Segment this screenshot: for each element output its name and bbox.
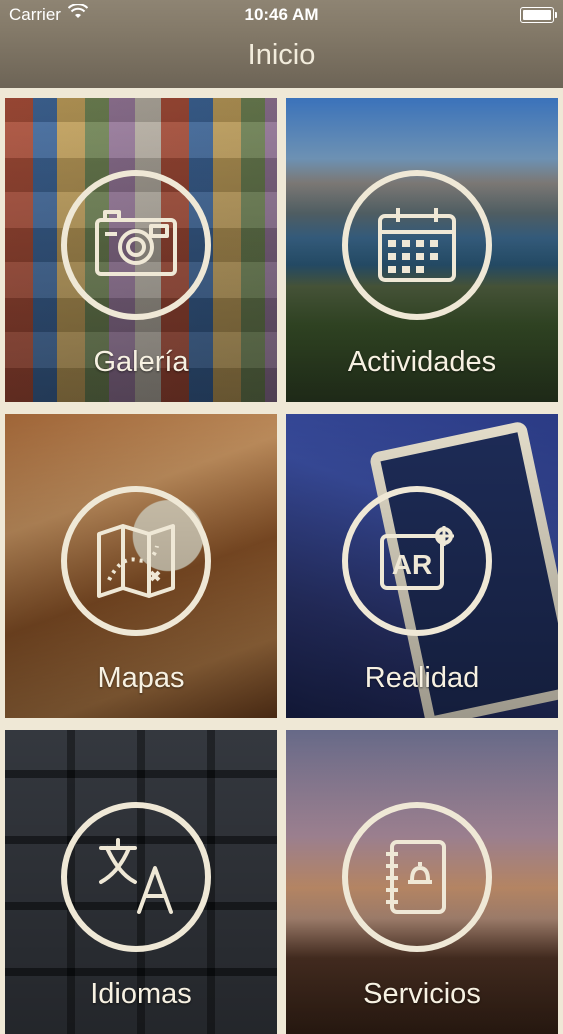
tile-idiomas[interactable]: Idiomas (5, 730, 277, 1034)
tile-mapas[interactable]: Mapas (5, 414, 277, 718)
svg-text:AR: AR (392, 549, 432, 580)
translate-icon (99, 838, 173, 914)
status-bar: Carrier 10:46 AM (0, 0, 563, 30)
camera-gallery-icon (95, 210, 177, 276)
tile-realidad[interactable]: AR Realidad (286, 414, 558, 718)
tile-label: Servicios (363, 978, 481, 1010)
ar-icon: AR (380, 526, 454, 590)
tile-galeria[interactable]: Galería (5, 98, 277, 402)
tile-actividades[interactable]: Actividades (286, 98, 558, 402)
calendar-icon (378, 208, 456, 282)
map-icon (97, 524, 175, 598)
page-title: Inicio (247, 39, 316, 71)
navigation-bar: Inicio (0, 30, 563, 88)
battery-icon (520, 7, 557, 23)
services-notebook-icon (386, 840, 446, 914)
tile-servicios[interactable]: Servicios (286, 730, 558, 1034)
tile-label: Idiomas (90, 978, 192, 1010)
tile-label: Realidad (364, 662, 480, 694)
tile-label: Mapas (97, 662, 185, 694)
tile-label: Actividades (347, 346, 497, 378)
tile-label: Galería (93, 346, 189, 378)
status-time: 10:46 AM (244, 5, 319, 24)
menu-grid: Galería Actividades Mapas AR Realidad Id… (0, 88, 563, 1034)
